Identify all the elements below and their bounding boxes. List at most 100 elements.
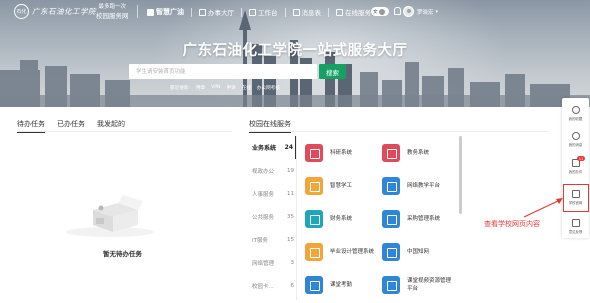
service-icon [382, 276, 400, 294]
search-box [129, 64, 317, 79]
recent-search-link[interactable]: 办公网考核 [257, 85, 280, 91]
category-count: 15 [287, 236, 294, 243]
nav-icon [336, 8, 343, 16]
service-icon [382, 177, 400, 195]
category-count: 24 [284, 144, 293, 151]
service-item[interactable]: 中国知网 [382, 243, 453, 261]
nav-separator [284, 8, 286, 17]
category-name: 业务系统 [252, 145, 277, 152]
service-icon [305, 243, 323, 261]
nav-item[interactable]: 消息表 [288, 6, 327, 18]
service-item[interactable]: 采购管理系统 [382, 210, 453, 228]
user-name: 罗晓宏 [417, 9, 434, 16]
services-divider [249, 131, 549, 132]
floatbar-item[interactable]: 我的办件 11 [562, 154, 589, 178]
service-icon [305, 210, 323, 228]
service-label: 中国知网 [407, 249, 430, 255]
category-count: 3 [290, 259, 295, 266]
page-title: 广东石油化工学院一站式服务大厅 [182, 43, 408, 59]
nav-item[interactable]: 办事大厅 [194, 6, 239, 18]
nav-icon [292, 8, 300, 16]
recent-search-link[interactable]: VPN [211, 85, 220, 91]
category-item[interactable]: 网络管理 3 [249, 251, 296, 274]
category-item[interactable]: 校园卡... 6 [249, 274, 296, 297]
search-button[interactable]: 搜索 [319, 64, 346, 79]
annotation-text: 查看学校网页内容 [484, 220, 540, 228]
floatbar-item[interactable]: 我的收藏 [562, 101, 589, 125]
recent-search-link[interactable]: 申请 [227, 85, 236, 91]
chevron-down-icon: ▾ [435, 8, 439, 15]
empty-state-text: 暂无待办任务 [103, 250, 142, 258]
toggle-knob [378, 8, 385, 15]
floatbar-item[interactable]: 意见反馈 [562, 214, 589, 238]
service-item[interactable]: 财务系统 [305, 210, 376, 228]
service-icon [382, 243, 400, 261]
service-icon [382, 210, 400, 228]
categories-border [296, 136, 297, 300]
hero-banner: 石化 广东石油化工学院 最多跑一次 校园服务网 智慧广油 办事大厅 工作台 消息表 在线… [0, 0, 590, 107]
services-scrollbar[interactable] [459, 136, 462, 214]
feedback-icon [571, 218, 580, 227]
school-logo[interactable]: 石化 广东石油化工学院 [14, 4, 96, 19]
service-label: 网络教学平台 [407, 183, 441, 189]
language-toggle[interactable]: 文 [371, 7, 389, 16]
category-count: 11 [287, 190, 294, 197]
count-badge: 11 [577, 156, 585, 161]
service-icon [305, 144, 323, 162]
main-nav: 智慧广油 办事大厅 工作台 消息表 在线服务 [142, 6, 376, 18]
slogan: 最多跑一次 校园服务网 [96, 3, 129, 21]
nav-separator [241, 8, 242, 17]
floatbar-item[interactable]: 我的消息 [562, 127, 589, 151]
category-count: 6 [290, 282, 295, 289]
recent-search-link[interactable]: 在线 [242, 85, 251, 91]
annotation-arrow [523, 198, 563, 218]
category-item[interactable]: IT服务 15 [249, 228, 296, 251]
floating-sidebar: 我的收藏 我的消息 我的办件 11 学校官网 意见反馈 [562, 98, 589, 238]
service-item[interactable]: 智慧学工 [305, 177, 376, 195]
slogan-line2: 校园服务网 [96, 12, 129, 20]
service-icon [382, 144, 400, 162]
service-label: 科研系统 [330, 150, 353, 156]
category-item[interactable]: 公共服务 35 [249, 205, 296, 228]
star-icon [571, 105, 580, 114]
service-item[interactable]: 科研系统 [305, 144, 376, 162]
recent-search-link[interactable]: 用章 [196, 85, 205, 91]
nav-item[interactable]: 工作台 [244, 6, 283, 18]
service-icon [305, 177, 323, 195]
empty-box-illustration [66, 195, 154, 237]
service-label: 教务系统 [407, 150, 430, 156]
service-item[interactable]: 课堂考勤 [305, 276, 376, 294]
nav-label: 办事大厅 [208, 9, 234, 17]
service-label: 财务系统 [330, 216, 353, 222]
search-input[interactable] [129, 64, 317, 79]
category-item[interactable]: 视政办公 19 [249, 159, 296, 182]
slogan-line1: 最多跑一次 [98, 4, 126, 10]
service-item[interactable]: 教务系统 [382, 144, 453, 162]
nav-label: 消息表 [301, 9, 322, 17]
nav-label: 智慧广油 [156, 8, 184, 16]
service-label: 采购管理系统 [407, 216, 441, 222]
nav-separator [191, 8, 192, 17]
category-item[interactable]: 业务系统 24 [249, 136, 296, 159]
service-item[interactable]: 课堂视频资源管理平台 [382, 276, 453, 294]
floatbar-label: 我的办件 [568, 169, 583, 174]
floatbar-label: 我的收藏 [568, 116, 583, 121]
service-item[interactable]: 网络教学平台 [382, 177, 453, 195]
nav-item[interactable]: 在线服务 [331, 6, 376, 18]
task-tabs-divider [17, 131, 232, 132]
nav-icon [147, 8, 154, 16]
header-divider [137, 5, 138, 18]
nav-item[interactable]: 智慧广油 [142, 6, 189, 18]
service-item[interactable]: 毕业设计管理系统 [305, 243, 376, 261]
user-menu[interactable]: 罗晓宏 ▾ [403, 6, 438, 17]
category-count: 19 [287, 167, 294, 174]
notification-bell-icon[interactable] [394, 7, 401, 15]
floatbar-label: 我的消息 [568, 142, 583, 147]
category-name: 公共服务 [252, 214, 275, 221]
nav-label: 在线服务 [345, 9, 371, 17]
recent-search-label: 最近搜索: [170, 86, 190, 91]
category-name: 人事服务 [252, 191, 275, 198]
category-name: 视政办公 [252, 168, 275, 175]
category-item[interactable]: 人事服务 11 [249, 182, 296, 205]
service-label: 课堂视频资源管理平台 [407, 278, 452, 292]
